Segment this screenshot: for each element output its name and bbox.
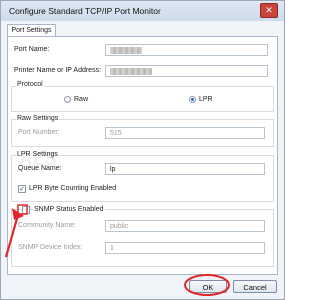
ok-highlight-circle bbox=[184, 274, 230, 296]
snmp-highlight-box bbox=[17, 204, 28, 215]
red-arrow-icon bbox=[4, 214, 20, 258]
annotation-overlay bbox=[4, 204, 230, 296]
